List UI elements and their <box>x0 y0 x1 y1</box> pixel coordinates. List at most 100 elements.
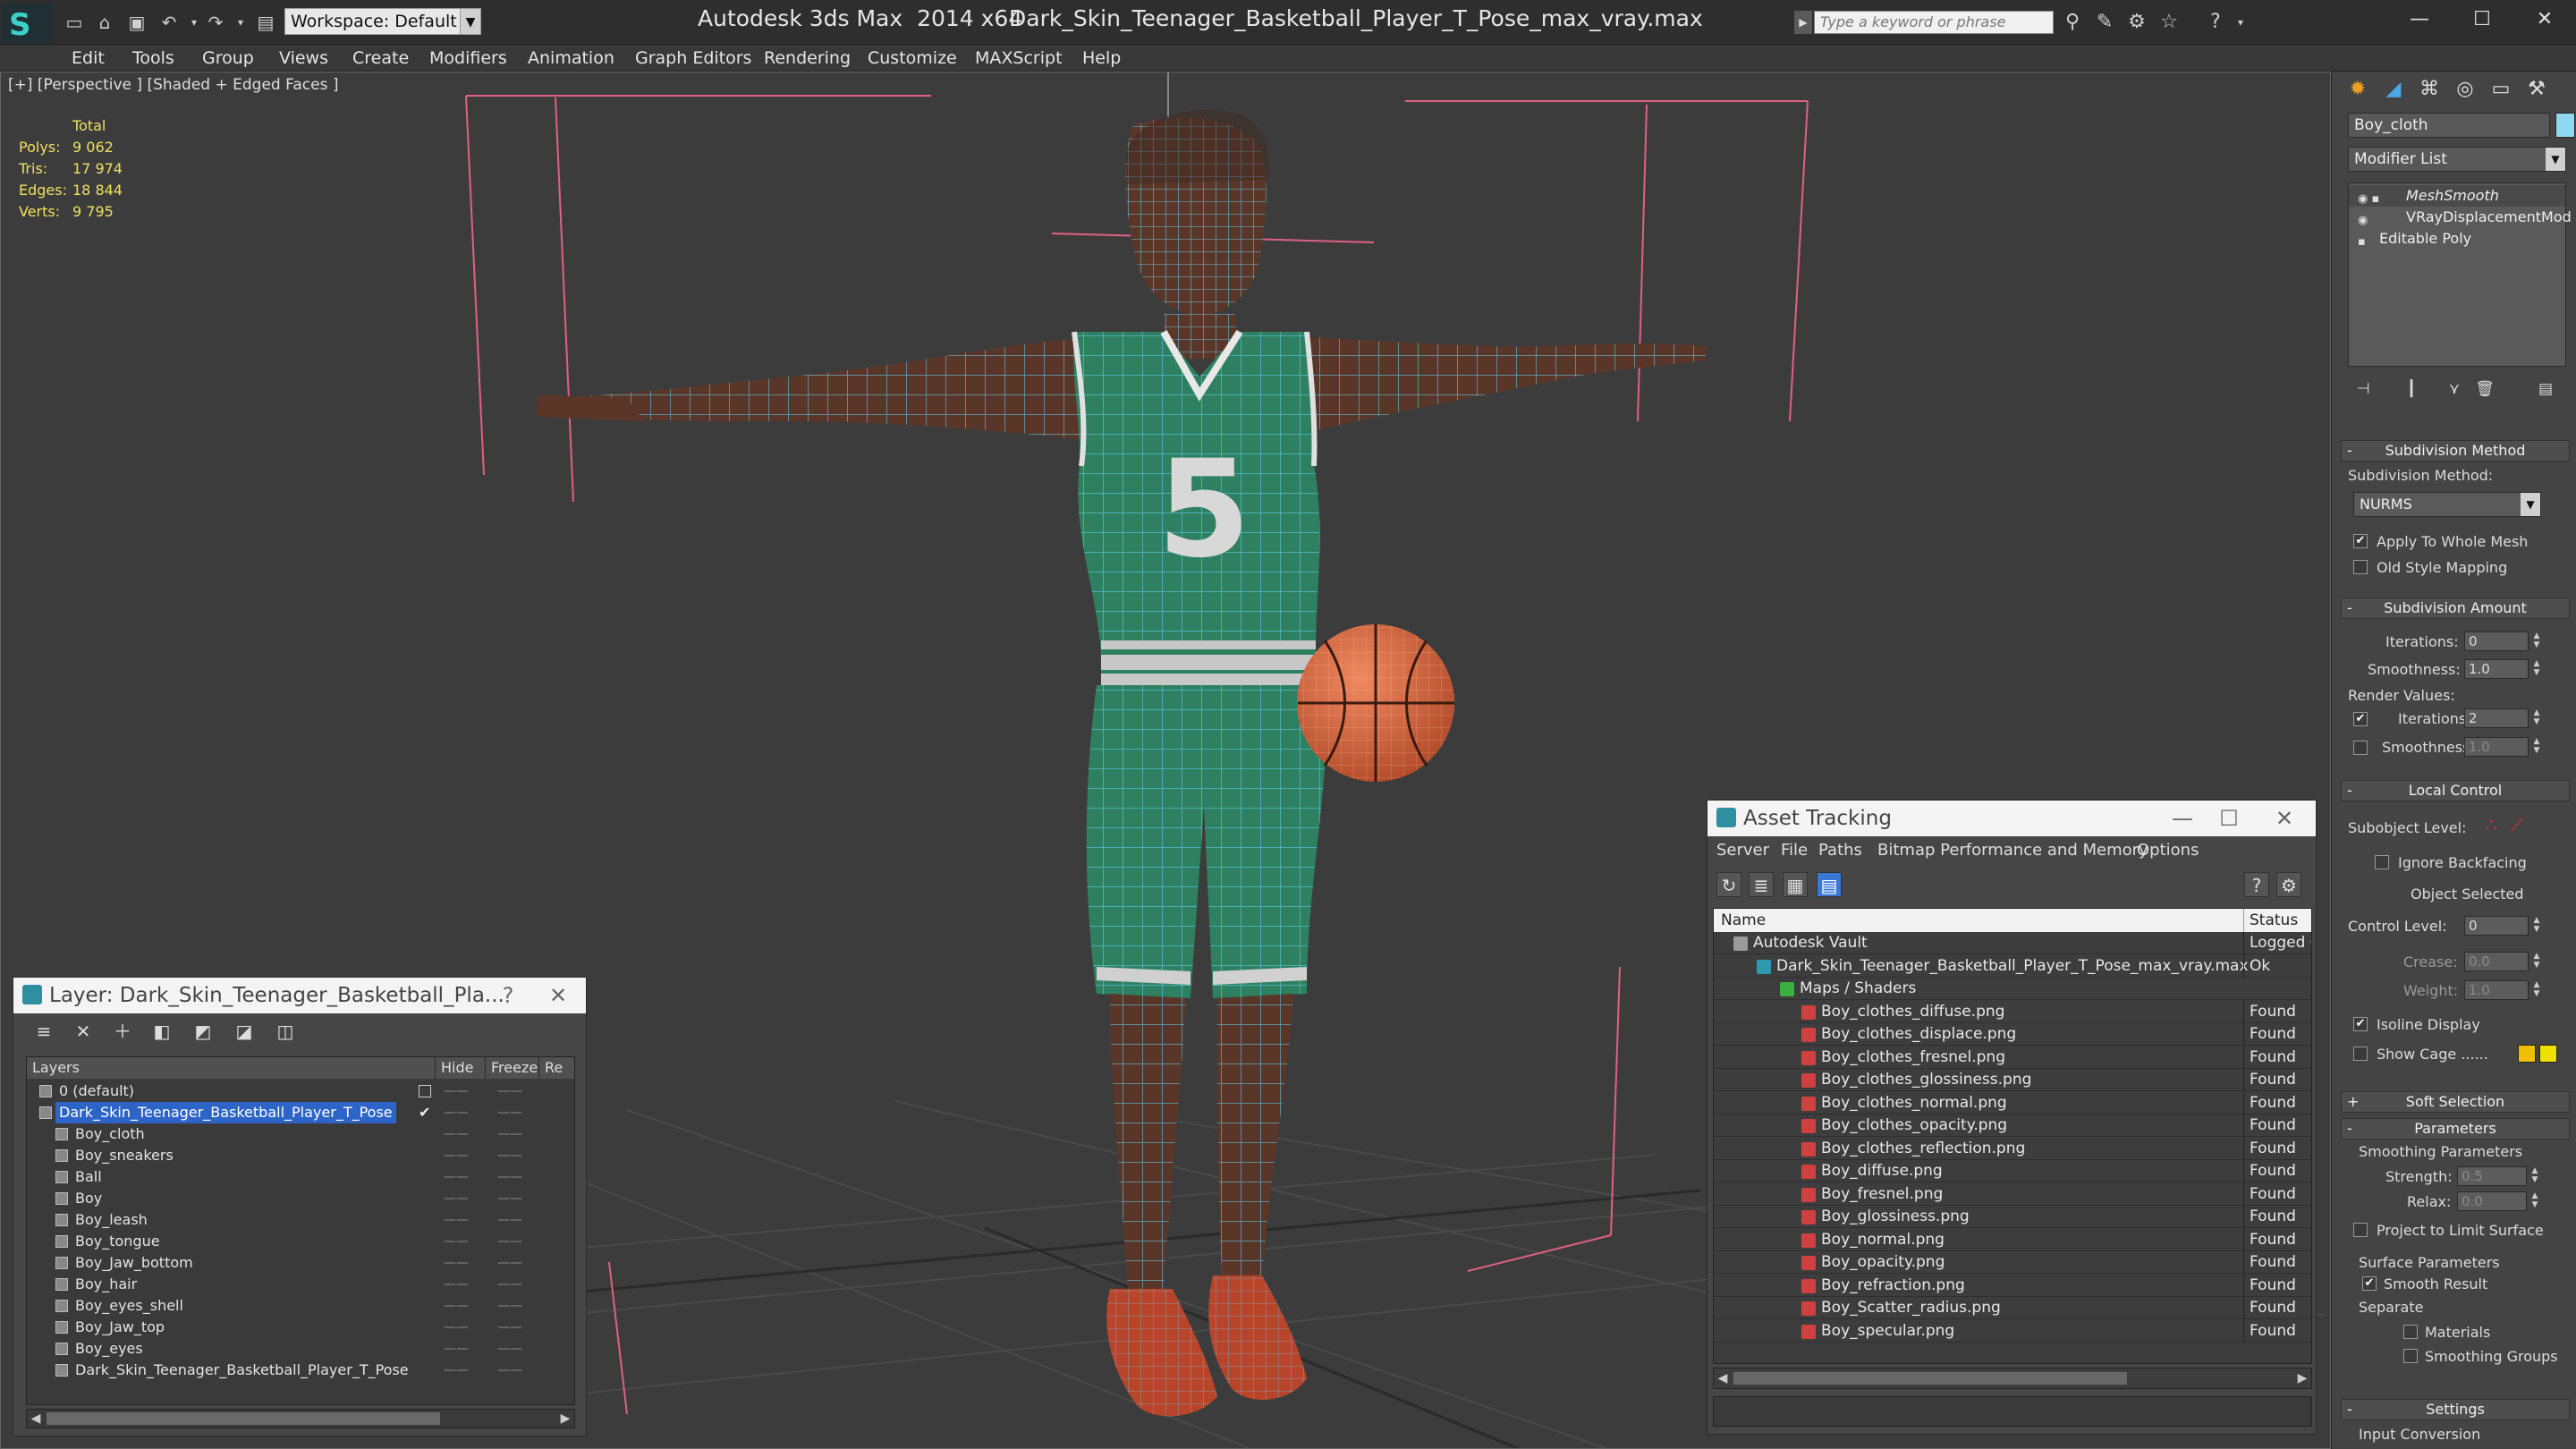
separate-materials-checkbox[interactable] <box>2403 1325 2418 1339</box>
show-end-result-icon[interactable]: ┃ <box>2398 376 2425 402</box>
hierarchy-tab-icon[interactable]: ⌘ <box>2412 73 2446 106</box>
asset-menu-bitmap-performance[interactable]: Bitmap Performance and Memory <box>1877 836 2148 865</box>
chevron-down-icon[interactable]: ▼ <box>460 8 481 35</box>
menu-help[interactable]: Help <box>1082 45 1121 72</box>
expand-icon[interactable]: ▪ <box>2358 232 2366 253</box>
project-limit-checkbox[interactable] <box>2353 1223 2368 1237</box>
create-tab-icon[interactable]: ✹ <box>2341 73 2375 106</box>
spinner-arrows-icon[interactable]: ▲ ▼ <box>2530 737 2543 757</box>
add-to-layer-icon[interactable]: ＋ <box>110 1019 135 1044</box>
show-cage-checkbox[interactable] <box>2353 1046 2368 1061</box>
menu-edit[interactable]: Edit <box>72 45 105 72</box>
menu-maxscript[interactable]: MAXScript <box>975 45 1063 72</box>
freeze-toggle[interactable]: —— <box>497 1123 522 1145</box>
layer-row[interactable]: 0 (default) —— —— <box>27 1080 574 1102</box>
freeze-toggle[interactable]: —— <box>497 1252 522 1274</box>
remove-modifier-icon[interactable]: 🗑 <box>2471 376 2498 402</box>
hide-toggle[interactable]: —— <box>444 1252 469 1274</box>
relax-spinner[interactable]: 0.0 <box>2457 1191 2527 1211</box>
object-name-field[interactable]: Boy_cloth <box>2348 113 2550 138</box>
layer-row[interactable]: Boy_eyes —— —— <box>27 1338 574 1360</box>
spinner-arrows-icon[interactable]: ▲ ▼ <box>2530 952 2543 971</box>
hide-toggle[interactable]: —— <box>444 1102 469 1123</box>
modify-tab-icon[interactable]: ◢ <box>2377 73 2411 106</box>
layer-row[interactable]: Ball —— —— <box>27 1166 574 1188</box>
help-icon[interactable]: ? <box>2202 9 2229 36</box>
freeze-toggle[interactable]: —— <box>497 1188 522 1209</box>
col-status[interactable]: Status <box>2243 909 2298 932</box>
rollout-soft-selection[interactable]: + Soft Selection <box>2341 1091 2570 1113</box>
cage-selected-color-swatch[interactable] <box>2539 1045 2557 1063</box>
render-iterations-spinner[interactable]: 2 <box>2464 708 2529 728</box>
layer-close-button[interactable]: ✕ <box>536 978 580 1013</box>
edge-subobject-icon[interactable]: ⟋ <box>2511 814 2523 835</box>
col-layers[interactable]: Layers <box>27 1057 435 1079</box>
hide-toggle[interactable]: —— <box>444 1080 469 1102</box>
pin-stack-icon[interactable]: ⊣ <box>2350 376 2377 402</box>
asset-row[interactable]: Boy_clothes_opacity.png Found <box>1714 1114 2311 1137</box>
freeze-toggle[interactable]: —— <box>497 1209 522 1231</box>
workspace-selector[interactable]: Workspace: Default <box>284 8 481 35</box>
layer-row[interactable]: Boy_Jaw_bottom —— —— <box>27 1252 574 1274</box>
asset-row[interactable]: Autodesk Vault Logged O <box>1714 932 2311 954</box>
layer-row[interactable]: Boy_hair —— —— <box>27 1274 574 1295</box>
layer-help-button[interactable]: ? <box>486 978 530 1013</box>
spinner-arrows-icon[interactable]: ▲ ▼ <box>2529 1166 2541 1186</box>
tools-icon[interactable]: ✎ <box>2091 9 2118 36</box>
table-view-icon[interactable]: ▤ <box>1817 872 1842 897</box>
layer-row[interactable]: Boy —— —— <box>27 1188 574 1209</box>
hide-toggle[interactable]: —— <box>444 1360 469 1381</box>
asset-row[interactable]: Boy_Scatter_radius.png Found <box>1714 1297 2311 1319</box>
asset-row[interactable]: Boy_opacity.png Found <box>1714 1251 2311 1274</box>
menu-group[interactable]: Group <box>202 45 254 72</box>
layer-row[interactable]: Boy_leash —— —— <box>27 1209 574 1231</box>
configure-sets-icon[interactable]: ▤ <box>2532 376 2559 402</box>
cage-color-swatch[interactable] <box>2518 1045 2536 1063</box>
rollout-subdivision-method[interactable]: - Subdivision Method <box>2341 440 2570 462</box>
binoculars-icon[interactable]: ⚲ <box>2059 9 2086 36</box>
asset-row[interactable]: Boy_clothes_displace.png Found <box>1714 1023 2311 1046</box>
apply-whole-mesh-checkbox[interactable]: ✔ <box>2353 534 2368 548</box>
spinner-arrows-icon[interactable]: ▲ ▼ <box>2530 659 2543 679</box>
redo-dropdown-icon[interactable]: ▾ <box>229 11 252 34</box>
asset-row[interactable]: Boy_clothes_diffuse.png Found <box>1714 1000 2311 1023</box>
hide-toggle[interactable]: —— <box>444 1274 469 1295</box>
layer-row[interactable]: Dark_Skin_Teenager_Basketball_Player_T_P… <box>27 1102 574 1123</box>
asset-menu-paths[interactable]: Paths <box>1818 836 1862 865</box>
spinner-arrows-icon[interactable]: ▲ ▼ <box>2530 631 2543 651</box>
hide-all-icon[interactable]: ◫ <box>273 1019 298 1044</box>
smoothness-spinner[interactable]: 1.0 <box>2464 659 2529 679</box>
active-layer-check-icon[interactable]: ✔ <box>419 1102 430 1123</box>
asset-help-icon[interactable]: ? <box>2244 872 2269 897</box>
hide-toggle[interactable]: —— <box>444 1145 469 1166</box>
chevron-down-icon[interactable]: ▼ <box>2546 148 2565 171</box>
layer-hscrollbar[interactable]: ◀ ▶ <box>26 1409 575 1428</box>
app-logo-icon[interactable]: S <box>2 4 52 43</box>
crease-spinner[interactable]: 0.0 <box>2464 952 2529 971</box>
layer-row[interactable]: Boy_Jaw_top —— —— <box>27 1317 574 1338</box>
asset-close-button[interactable]: ✕ <box>2262 801 2307 836</box>
asset-row[interactable]: Boy_glossiness.png Found <box>1714 1206 2311 1228</box>
search-input[interactable]: Type a keyword or phrase <box>1814 11 2054 34</box>
exchange-icon[interactable]: ⚙ <box>2123 9 2150 36</box>
layer-row[interactable]: Dark_Skin_Teenager_Basketball_Player_T_P… <box>27 1360 574 1381</box>
hide-toggle[interactable]: —— <box>444 1317 469 1338</box>
col-name[interactable]: Name <box>1721 909 1766 932</box>
rollout-settings[interactable]: - Settings <box>2341 1399 2570 1420</box>
stack-item-meshsmooth[interactable]: ◉ ▪ MeshSmooth <box>2349 185 2565 207</box>
freeze-toggle[interactable]: —— <box>497 1317 522 1338</box>
layer-row[interactable]: Boy_cloth —— —— <box>27 1123 574 1145</box>
menu-tools[interactable]: Tools <box>132 45 174 72</box>
smooth-result-checkbox[interactable]: ✔ <box>2362 1276 2377 1291</box>
thumbnail-view-icon[interactable]: ▦ <box>1783 872 1808 897</box>
freeze-toggle[interactable]: —— <box>497 1274 522 1295</box>
hide-toggle[interactable]: —— <box>444 1209 469 1231</box>
display-tab-icon[interactable]: ▭ <box>2484 73 2518 106</box>
undo-dropdown-icon[interactable]: ▾ <box>182 11 206 34</box>
asset-settings-icon[interactable]: ⚙ <box>2276 872 2301 897</box>
isoline-display-checkbox[interactable]: ✔ <box>2353 1017 2368 1031</box>
spinner-arrows-icon[interactable]: ▲ ▼ <box>2529 1191 2541 1211</box>
asset-row[interactable]: Boy_clothes_normal.png Found <box>1714 1091 2311 1114</box>
save-file-icon[interactable]: ▣ <box>125 11 148 34</box>
stack-item-editable-poly[interactable]: ▪ Editable Poly <box>2349 228 2565 250</box>
